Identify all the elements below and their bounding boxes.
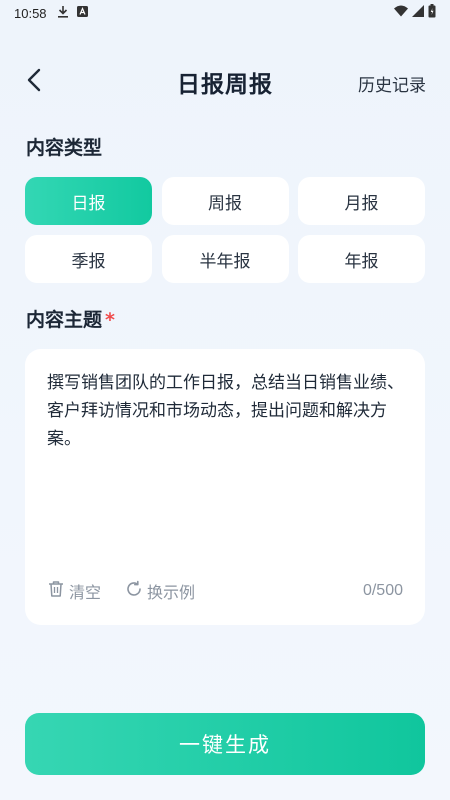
- content-card-footer: 清空 换示例 0/500: [47, 579, 403, 603]
- trash-icon: [47, 580, 65, 602]
- refresh-icon: [125, 580, 143, 602]
- battery-icon: [428, 4, 436, 22]
- type-option-monthly[interactable]: 月报: [298, 177, 425, 225]
- content-topic-label-text: 内容主题: [26, 309, 103, 331]
- type-option-quarterly[interactable]: 季报: [25, 235, 152, 283]
- app-a-icon: [76, 5, 88, 21]
- clear-button[interactable]: 清空: [47, 579, 101, 603]
- type-option-weekly[interactable]: 周报: [161, 177, 289, 225]
- back-button[interactable]: [20, 68, 48, 96]
- type-option-half-yearly[interactable]: 半年报: [161, 235, 289, 283]
- content-topic-label: 内容主题 *: [26, 305, 115, 332]
- content-topic-input[interactable]: 撰写销售团队的工作日报，总结当日销售业绩、客户拜访情况和市场动态，提出问题和解决…: [47, 369, 409, 453]
- content-topic-card: 撰写销售团队的工作日报，总结当日销售业绩、客户拜访情况和市场动态，提出问题和解决…: [25, 349, 425, 625]
- content-type-options: 日报 周报 月报 季报 半年报 年报: [25, 177, 425, 283]
- type-option-daily[interactable]: 日报: [25, 177, 152, 225]
- signal-icon: [412, 5, 424, 21]
- page-title: 日报周报: [177, 72, 273, 98]
- content-type-label: 内容类型: [26, 137, 103, 159]
- change-example-button[interactable]: 换示例: [125, 579, 195, 603]
- history-button[interactable]: 历史记录: [358, 71, 426, 96]
- wifi-icon: [394, 5, 408, 21]
- app-header: 日报周报 历史记录: [0, 58, 450, 106]
- type-option-yearly[interactable]: 年报: [298, 235, 425, 283]
- status-time: 10:58: [14, 5, 47, 21]
- status-left-icons: [57, 5, 88, 22]
- clear-label: 清空: [69, 583, 102, 602]
- download-icon: [57, 5, 69, 22]
- generate-button[interactable]: 一键生成: [25, 713, 425, 775]
- status-bar: 10:58: [0, 0, 450, 26]
- status-right-icons: [394, 4, 436, 22]
- change-example-label: 换示例: [147, 583, 196, 602]
- char-counter: 0/500: [362, 582, 403, 599]
- chevron-left-icon: [26, 68, 42, 96]
- required-star: *: [105, 309, 115, 331]
